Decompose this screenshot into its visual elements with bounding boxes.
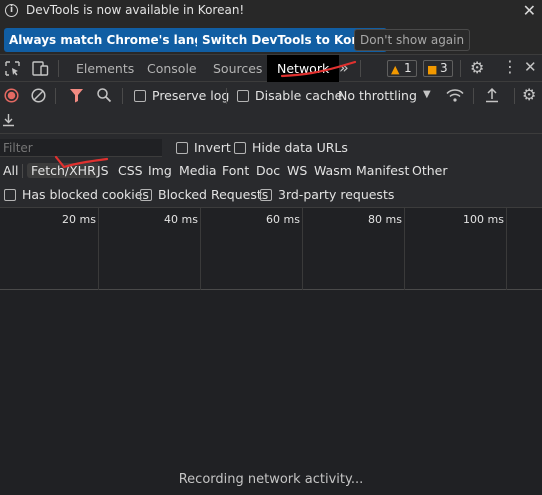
timeline-tick-label: 100 ms [463, 213, 504, 226]
search-icon[interactable] [96, 87, 112, 103]
record-icon[interactable] [4, 88, 19, 103]
dont-show-again-button[interactable]: Don't show again [354, 29, 471, 51]
tab-sources[interactable]: Sources [213, 55, 262, 82]
timeline-tick-label: 80 ms [368, 213, 402, 226]
type-filter-manifest[interactable]: Manifest [356, 163, 409, 178]
invert-label: Invert [194, 140, 231, 155]
toolbar-divider [460, 60, 461, 77]
more-tabs-icon[interactable]: » [339, 60, 349, 76]
throttling-select[interactable]: No throttling [338, 88, 417, 103]
toolbar-divider [58, 60, 59, 77]
type-filter-wasm[interactable]: Wasm [314, 163, 352, 178]
timeline-tick-label: 60 ms [266, 213, 300, 226]
toolbar-divider [226, 88, 227, 104]
invert-checkbox[interactable] [176, 142, 188, 154]
tab-console[interactable]: Console [147, 55, 197, 82]
import-har-icon[interactable] [485, 87, 499, 103]
preserve-log-checkbox[interactable] [134, 90, 146, 102]
type-filter-media[interactable]: Media [179, 163, 217, 178]
blocked-cookies-label: Has blocked cookies [22, 187, 149, 202]
hide-data-urls-checkbox[interactable] [234, 142, 246, 154]
close-devtools-icon[interactable]: ✕ [524, 60, 537, 75]
toolbar-divider [122, 88, 123, 104]
network-conditions-icon[interactable] [446, 88, 464, 103]
hide-data-urls-label: Hide data URLs [252, 140, 348, 155]
toolbar-divider [473, 88, 474, 104]
third-party-checkbox[interactable] [260, 189, 272, 201]
blocked-requests-checkbox[interactable] [140, 189, 152, 201]
toolbar-divider [55, 88, 56, 104]
third-party-label: 3rd-party requests [278, 187, 395, 202]
chevron-down-icon[interactable]: ▼ [423, 90, 431, 100]
info-icon: i [5, 4, 18, 17]
language-infobar: i DevTools is now available in Korean! ✕… [0, 0, 542, 55]
recording-status: Recording network activity... [178, 472, 364, 487]
disable-cache-checkbox[interactable] [237, 90, 249, 102]
warning-icon: ▲ [391, 63, 400, 76]
filter-divider [22, 164, 23, 178]
type-filter-doc[interactable]: Doc [256, 163, 280, 178]
request-list-area [0, 291, 542, 495]
messages-count: 3 [440, 61, 448, 75]
settings-gear-icon[interactable]: ⚙ [470, 60, 484, 76]
timeline-gridline [404, 208, 405, 290]
filter-bar: Invert Hide data URLs All Fetch/XHR JS C… [0, 134, 542, 208]
filter-icon[interactable] [69, 88, 84, 103]
network-settings-gear-icon[interactable]: ⚙ [522, 87, 536, 103]
more-options-icon[interactable]: ⋮ [502, 59, 518, 75]
warnings-badge[interactable]: ▲ 1 [387, 60, 417, 77]
type-filter-other[interactable]: Other [412, 163, 448, 178]
type-filter-all[interactable]: All [3, 163, 19, 178]
timeline-gridline [302, 208, 303, 290]
timeline-tick-label: 40 ms [164, 213, 198, 226]
timeline-gridline [98, 208, 99, 290]
toolbar-divider [514, 88, 515, 104]
filter-input[interactable] [0, 139, 162, 157]
network-toolbar: Preserve log Disable cache No throttling… [0, 82, 542, 134]
timeline-tick-label: 20 ms [62, 213, 96, 226]
type-filter-fetch-xhr[interactable]: Fetch/XHR [27, 163, 100, 178]
tab-network[interactable]: Network [267, 55, 340, 82]
infobar-message: DevTools is now available in Korean! [26, 3, 245, 17]
toolbar-divider [360, 60, 361, 77]
clear-icon[interactable] [31, 88, 46, 103]
type-filter-js[interactable]: JS [97, 163, 109, 178]
warnings-count: 1 [404, 61, 412, 75]
type-filter-font[interactable]: Font [222, 163, 249, 178]
timeline-overview[interactable]: 20 ms 40 ms 60 ms 80 ms 100 ms [0, 208, 542, 290]
export-har-icon[interactable] [2, 113, 15, 127]
type-filter-ws[interactable]: WS [287, 163, 307, 178]
disable-cache-label: Disable cache [255, 88, 343, 103]
inspect-element-icon[interactable] [5, 61, 20, 76]
close-icon[interactable]: ✕ [523, 1, 536, 20]
timeline-gridline [506, 208, 507, 290]
panel-tab-bar: Elements Console Sources Network » ▲ 1 ■… [0, 55, 542, 82]
message-icon: ■ [427, 63, 438, 76]
blocked-requests-label: Blocked Requests [158, 187, 269, 202]
timeline-gridline [200, 208, 201, 290]
type-filter-css[interactable]: CSS [118, 163, 143, 178]
device-toolbar-icon[interactable] [32, 61, 49, 76]
preserve-log-label: Preserve log [152, 88, 230, 103]
tab-elements[interactable]: Elements [76, 55, 134, 82]
blocked-cookies-checkbox[interactable] [4, 189, 16, 201]
messages-badge[interactable]: ■ 3 [423, 60, 453, 77]
type-filter-img[interactable]: Img [148, 163, 172, 178]
